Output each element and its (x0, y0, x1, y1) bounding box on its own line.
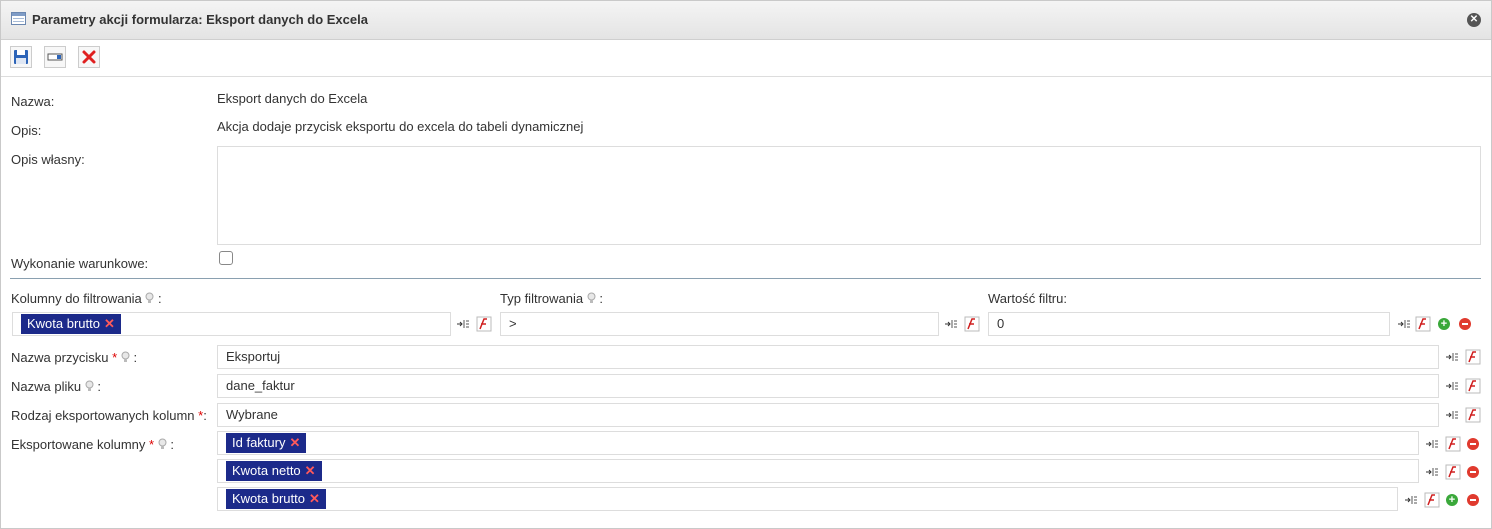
delete-button[interactable] (78, 46, 100, 68)
add-icon[interactable]: + (1438, 318, 1450, 330)
wykonanie-label: Wykonanie warunkowe: (11, 256, 149, 271)
field-icon (47, 53, 63, 61)
tag-remove-icon[interactable]: ✕ (289, 435, 300, 450)
typ-filtrowania-text: Typ filtrowania (500, 291, 584, 306)
column-tag-label: Kwota brutto (27, 316, 100, 331)
map-icon[interactable] (1445, 408, 1459, 422)
function-icon[interactable] (1465, 407, 1481, 423)
tag-remove-icon[interactable]: ✕ (309, 491, 320, 506)
map-icon[interactable] (456, 317, 470, 331)
add-icon[interactable]: + (1446, 494, 1458, 506)
dialog-window: Parametry akcji formularza: Eksport dany… (0, 0, 1492, 529)
delete-icon (82, 50, 96, 64)
close-icon[interactable]: ✕ (1467, 13, 1481, 27)
colon: : (203, 408, 207, 423)
table-icon (11, 12, 26, 25)
tag-remove-icon[interactable]: ✕ (305, 463, 316, 478)
nazwa-pliku-label: Nazwa pliku : (11, 379, 101, 394)
column-tag-label: Kwota brutto (232, 491, 305, 506)
eksportowane-kolumny-text: Eksportowane kolumny (11, 437, 146, 452)
colon: : (170, 437, 174, 452)
map-icon[interactable] (1425, 465, 1439, 479)
remove-icon[interactable] (1467, 466, 1479, 478)
wartosc-filtru-text: Wartość filtru: (988, 291, 1067, 306)
opis-wlasny-label: Opis własny: (11, 152, 85, 167)
column-tag: Kwota brutto ✕ (226, 489, 326, 509)
eksportowana-kolumna-input[interactable]: Kwota netto ✕ (217, 459, 1419, 483)
nazwa-value: Eksport danych do Excela (217, 91, 368, 106)
nazwa-przycisku-label: Nazwa przycisku * : (11, 350, 137, 365)
map-icon[interactable] (1445, 350, 1459, 364)
hint-icon (158, 438, 167, 449)
colon: : (97, 379, 101, 394)
colon: : (158, 291, 162, 306)
typ-filtrowania-input[interactable]: > (500, 312, 939, 336)
hint-icon (121, 351, 130, 362)
kolumny-filtrowania-text: Kolumny do filtrowania (11, 291, 142, 306)
function-icon[interactable] (476, 316, 492, 332)
function-icon[interactable] (1465, 378, 1481, 394)
map-icon[interactable] (1404, 493, 1418, 507)
kolumny-filtrowania-input[interactable]: Kwota brutto ✕ (12, 312, 451, 336)
function-icon[interactable] (1445, 464, 1461, 480)
wartosc-filtru-input[interactable]: 0 (988, 312, 1390, 336)
remove-icon[interactable] (1467, 438, 1479, 450)
column-tag-label: Id faktury (232, 435, 286, 450)
nazwa-przycisku-input[interactable]: Eksportuj (217, 345, 1439, 369)
opis-label: Opis: (11, 123, 42, 138)
map-icon[interactable] (1397, 317, 1411, 331)
hint-icon (145, 292, 154, 303)
kolumny-filtrowania-label: Kolumny do filtrowania : (11, 291, 162, 306)
section-divider (10, 278, 1481, 279)
remove-icon[interactable] (1467, 494, 1479, 506)
tag-remove-icon[interactable]: ✕ (104, 316, 115, 331)
required-mark: * (149, 437, 155, 452)
column-tag: Id faktury ✕ (226, 433, 307, 453)
nazwa-pliku-input[interactable]: dane_faktur (217, 374, 1439, 398)
rodzaj-kolumn-label: Rodzaj eksportowanych kolumn *: (11, 408, 207, 423)
nazwa-przycisku-text: Nazwa przycisku (11, 350, 109, 365)
rodzaj-kolumn-text: Rodzaj eksportowanych kolumn (11, 408, 195, 423)
function-icon[interactable] (1465, 349, 1481, 365)
eksportowane-kolumny-label: Eksportowane kolumny * : (11, 437, 174, 452)
eksportowana-kolumna-input[interactable]: Kwota brutto ✕ (217, 487, 1398, 511)
hint-icon (587, 292, 596, 303)
save-icon (14, 50, 28, 64)
required-mark: * (112, 350, 118, 365)
wykonanie-checkbox[interactable] (219, 251, 233, 265)
rodzaj-kolumn-select[interactable]: Wybrane (217, 403, 1439, 427)
remove-icon[interactable] (1459, 318, 1471, 330)
save-button[interactable] (10, 46, 32, 68)
column-tag-label: Kwota netto (232, 463, 301, 478)
function-icon[interactable] (1445, 436, 1461, 452)
field-button[interactable] (44, 46, 66, 68)
opis-wlasny-textarea[interactable] (217, 146, 1481, 245)
function-icon[interactable] (964, 316, 980, 332)
toolbar (1, 40, 1491, 77)
opis-value: Akcja dodaje przycisk eksportu do excela… (217, 119, 584, 134)
eksportowana-kolumna-input[interactable]: Id faktury ✕ (217, 431, 1419, 455)
typ-filtrowania-label: Typ filtrowania : (500, 291, 603, 306)
map-icon[interactable] (1425, 437, 1439, 451)
column-tag: Kwota brutto ✕ (21, 314, 121, 334)
function-icon[interactable] (1424, 492, 1440, 508)
nazwa-label: Nazwa: (11, 94, 55, 109)
nazwa-pliku-text: Nazwa pliku (11, 379, 82, 394)
column-tag: Kwota netto ✕ (226, 461, 322, 481)
titlebar: Parametry akcji formularza: Eksport dany… (1, 1, 1491, 40)
hint-icon (85, 380, 94, 391)
colon: : (599, 291, 603, 306)
map-icon[interactable] (944, 317, 958, 331)
function-icon[interactable] (1415, 316, 1431, 332)
map-icon[interactable] (1445, 379, 1459, 393)
dialog-title: Parametry akcji formularza: Eksport dany… (32, 12, 368, 27)
colon: : (133, 350, 138, 365)
